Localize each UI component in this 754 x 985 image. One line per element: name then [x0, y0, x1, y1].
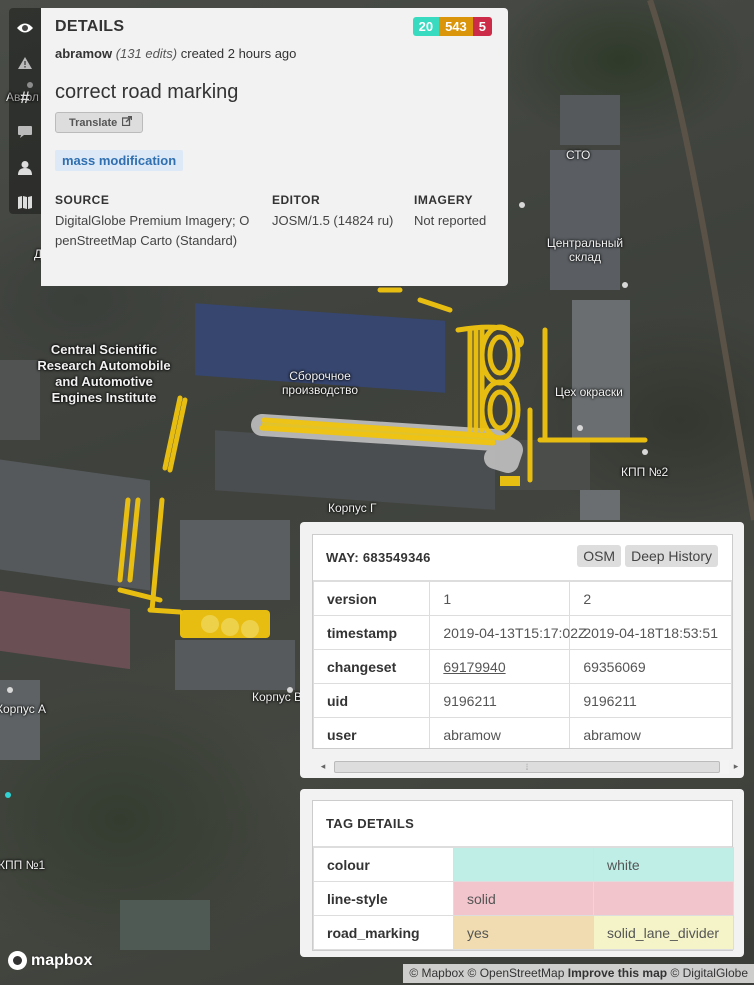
table-row: changeset 69179940 69356069 [313, 649, 732, 684]
map-label: Корпус В [252, 690, 303, 704]
changeset-byline: abramow (131 edits) created 2 hours ago [55, 46, 494, 61]
change-counts: 20 543 5 [412, 17, 492, 36]
source-label: SOURCE [55, 193, 110, 207]
table-row: timestamp 2019-04-13T15:17:02Z 2019-04-1… [313, 615, 732, 650]
mapbox-logo[interactable]: mapbox [8, 951, 92, 970]
flag-badge[interactable]: mass modification [55, 150, 184, 171]
row-key: changeset [313, 649, 431, 684]
deleted-count-badge: 5 [472, 17, 492, 36]
editor-value: JOSM/1.5 (14824 ru) [272, 213, 394, 228]
horizontal-scrollbar[interactable]: ◂ ⦙ ▸ [316, 759, 743, 774]
row-value-v1: 1 [429, 581, 571, 616]
comment-icon[interactable] [13, 120, 37, 144]
table-row: user abramow abramow [313, 717, 732, 748]
map-label: Цех окраски [555, 385, 623, 399]
scroll-right-icon[interactable]: ▸ [729, 761, 743, 772]
map-label: КПП №1 [0, 858, 46, 872]
imagery-value: Not reported [414, 213, 487, 228]
map-label: Корпус А [0, 702, 47, 716]
created-time: created 2 hours ago [180, 46, 297, 61]
tag-value-old: solid [453, 881, 594, 916]
table-row: road_marking yes solid_lane_divider [313, 915, 734, 950]
table-row: uid 9196211 9196211 [313, 683, 732, 718]
row-value-v1: 9196211 [429, 683, 571, 718]
user-icon[interactable] [13, 155, 37, 179]
details-panel: DETAILS 20 543 5 abramow (131 edits) cre… [41, 8, 508, 286]
way-history-panel: WAY: 683549346 OSM Deep History version … [300, 522, 744, 778]
row-value-v1: 2019-04-13T15:17:02Z [429, 615, 587, 650]
mapbox-logo-text: mapbox [31, 951, 93, 969]
improve-map-link[interactable]: Improve this map [568, 966, 667, 980]
row-key: user [313, 717, 431, 748]
deep-history-button[interactable]: Deep History [625, 545, 718, 567]
username-link[interactable]: abramow [55, 46, 112, 61]
mapbox-logo-icon [8, 951, 27, 970]
tag-details-title: TAG DETAILS [313, 801, 732, 847]
added-count-badge: 20 [412, 17, 440, 36]
map-label: СТО [566, 148, 591, 162]
tag-key: road_marking [313, 915, 454, 950]
imagery-label: IMAGERY [414, 193, 474, 207]
translate-label: Translate [69, 116, 118, 129]
way-version-table: version 1 2 timestamp 2019-04-13T15:17:0… [313, 581, 732, 748]
tag-value-new [593, 881, 734, 916]
row-key: version [313, 581, 431, 616]
translate-button[interactable]: Translate [55, 112, 144, 133]
tag-table: colour white line-style solid road_marki… [313, 847, 734, 950]
table-row: colour white [313, 847, 734, 882]
row-value-v1: abramow [429, 717, 571, 748]
scroll-left-icon[interactable]: ◂ [316, 761, 330, 772]
row-value-v2: 2019-04-18T18:53:51 [569, 615, 732, 650]
scroll-thumb[interactable]: ⦙ [334, 760, 720, 773]
way-title: WAY: 683549346 [326, 550, 431, 565]
row-key: timestamp [313, 615, 431, 650]
tag-value-old: yes [453, 915, 594, 950]
source-value: DigitalGlobe Premium Imagery; OpenStreet… [55, 213, 250, 248]
tag-key: line-style [313, 881, 454, 916]
table-row: version 1 2 [313, 581, 732, 616]
modified-count-badge: 543 [439, 17, 473, 36]
row-value-v2: abramow [569, 717, 732, 748]
tag-value-new: white [593, 847, 734, 882]
row-value-v2: 69356069 [569, 649, 732, 684]
map-attribution: © Mapbox © OpenStreetMap Improve this ma… [403, 964, 754, 983]
detail-sections-sidebar: # [9, 8, 41, 214]
tag-key: colour [313, 847, 454, 882]
row-value-v2: 9196211 [569, 683, 732, 718]
changeset-comment: correct road marking [55, 81, 239, 103]
changeset-metadata: SOURCE DigitalGlobe Premium Imagery; Ope… [55, 193, 494, 251]
map-label: Central Scientific Research Automobile a… [37, 342, 171, 405]
osm-button[interactable]: OSM [577, 545, 622, 567]
railway-line [647, 0, 754, 521]
hash-icon[interactable]: # [13, 86, 37, 110]
map-icon[interactable] [13, 190, 37, 214]
tag-details-panel: TAG DETAILS colour white line-style soli… [300, 789, 744, 957]
attribution-text[interactable]: © Mapbox © OpenStreetMap [409, 966, 564, 980]
row-value-v2: 2 [569, 581, 732, 616]
changeset-link[interactable]: 69179940 [443, 659, 505, 675]
external-link-icon [122, 115, 133, 129]
attribution-imagery[interactable]: © DigitalGlobe [670, 966, 748, 980]
map-label: Корпус Г [328, 501, 377, 515]
eye-icon[interactable] [13, 16, 37, 40]
map-label: Центральный склад [546, 236, 624, 264]
edit-count: (131 edits) [115, 46, 178, 61]
editor-label: EDITOR [272, 193, 321, 207]
tag-value-new: solid_lane_divider [593, 915, 734, 950]
tag-value-old [453, 847, 594, 882]
table-row: line-style solid [313, 881, 734, 916]
map-label: Сборочное производство [281, 369, 359, 397]
row-key: uid [313, 683, 431, 718]
map-label: КПП №2 [621, 465, 669, 479]
warning-icon[interactable] [13, 51, 37, 75]
